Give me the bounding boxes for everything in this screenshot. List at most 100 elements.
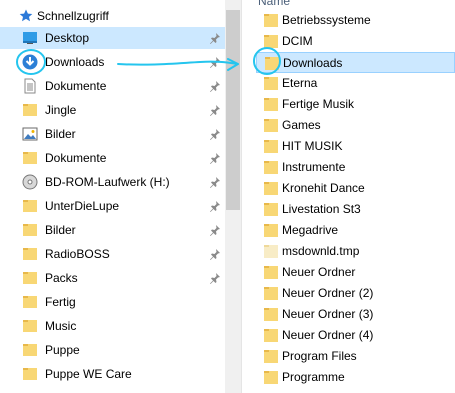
document-icon <box>22 78 38 94</box>
nav-item-label: Dokumente <box>45 151 107 165</box>
folder-icon <box>22 342 38 358</box>
nav-item-label: Puppe WE Care <box>45 367 132 381</box>
nav-item-puppe-we-care[interactable]: Puppe WE Care <box>0 363 225 385</box>
nav-item-dokumente[interactable]: Dokumente <box>0 75 225 97</box>
list-item-label: Neuer Ordner (2) <box>282 286 374 300</box>
list-item[interactable]: Program Files <box>256 346 455 367</box>
list-item-label: Neuer Ordner (3) <box>282 307 374 321</box>
pin-icon[interactable] <box>209 248 221 260</box>
nav-item-label: Bilder <box>45 223 76 237</box>
list-item[interactable]: Kronehit Dance <box>256 178 455 199</box>
pin-icon[interactable] <box>209 56 221 68</box>
nav-item-downloads[interactable]: Downloads <box>0 51 225 73</box>
list-item-label: Eterna <box>282 76 318 90</box>
pin-icon[interactable] <box>209 32 221 44</box>
folder-icon <box>22 198 38 214</box>
column-header-name[interactable]: Name <box>258 0 290 8</box>
list-item-label: Betriebssysteme <box>282 13 371 27</box>
list-item[interactable]: msdownld.tmp <box>256 241 455 262</box>
nav-item-label: UnterDieLupe <box>45 199 120 213</box>
pin-icon[interactable] <box>209 272 221 284</box>
quick-access-header[interactable]: Schnellzugriff <box>0 5 225 27</box>
list-item-label: msdownld.tmp <box>282 244 360 258</box>
pin-icon[interactable] <box>209 176 221 188</box>
pin-icon[interactable] <box>209 128 221 140</box>
folder-icon <box>264 265 280 279</box>
nav-item-label: Dokumente <box>45 79 107 93</box>
list-item[interactable]: DCIM <box>256 31 455 52</box>
nav-item-bilder[interactable]: Bilder <box>0 123 225 145</box>
folder-icon <box>265 56 281 70</box>
nav-item-label: RadioBOSS <box>45 247 110 261</box>
list-item-label: Instrumente <box>282 160 346 174</box>
nav-item-music[interactable]: Music <box>0 315 225 337</box>
folder-icon <box>22 222 38 238</box>
list-item[interactable]: Games <box>256 115 455 136</box>
nav-item-bilder-2[interactable]: Bilder <box>0 219 225 241</box>
folder-icon <box>264 160 280 174</box>
list-item[interactable]: Neuer Ordner (3) <box>256 304 455 325</box>
list-item[interactable]: Livestation St3 <box>256 199 455 220</box>
download-arrow-icon <box>22 54 38 70</box>
list-item[interactable]: Neuer Ordner (4) <box>256 325 455 346</box>
list-item-label: DCIM <box>282 34 313 48</box>
list-item-label: Neuer Ordner <box>282 265 356 279</box>
nav-item-unterdielupe[interactable]: UnterDieLupe <box>0 195 225 217</box>
folder-icon <box>22 150 38 166</box>
nav-item-puppe[interactable]: Puppe <box>0 339 225 361</box>
nav-item-label: Packs <box>45 271 78 285</box>
list-item[interactable]: Programme <box>256 367 455 388</box>
nav-item-label: Music <box>45 319 77 333</box>
nav-item-fertig[interactable]: Fertig <box>0 291 225 313</box>
nav-item-label: Puppe <box>45 343 80 357</box>
folder-icon <box>264 349 280 363</box>
nav-item-jingle[interactable]: Jingle <box>0 99 225 121</box>
pin-icon[interactable] <box>209 80 221 92</box>
hidden-folder-icon <box>264 244 280 258</box>
nav-scrollbar[interactable] <box>225 0 241 393</box>
disc-drive-icon <box>22 174 38 190</box>
list-item-label: Megadrive <box>282 223 339 237</box>
folder-icon <box>264 13 280 27</box>
folder-icon <box>22 270 38 286</box>
folder-icon <box>264 370 280 384</box>
folder-icon <box>264 223 280 237</box>
list-item[interactable]: Betriebssysteme <box>256 10 455 31</box>
desktop-icon <box>22 30 38 46</box>
pin-icon[interactable] <box>209 200 221 212</box>
list-item[interactable]: Instrumente <box>256 157 455 178</box>
nav-item-radioboss[interactable]: RadioBOSS <box>0 243 225 265</box>
list-item[interactable]: Neuer Ordner (2) <box>256 283 455 304</box>
nav-item-label: Downloads <box>45 55 105 69</box>
nav-item-packs[interactable]: Packs <box>0 267 225 289</box>
list-item[interactable]: Eterna <box>256 73 455 94</box>
quick-access-label: Schnellzugriff <box>37 9 109 23</box>
folder-icon <box>264 181 280 195</box>
list-item[interactable]: HIT MUSIK <box>256 136 455 157</box>
nav-item-dokumente-2[interactable]: Dokumente <box>0 147 225 169</box>
list-item[interactable]: Fertige Musik <box>256 94 455 115</box>
folder-icon <box>22 102 38 118</box>
list-item-label: Downloads <box>283 56 343 70</box>
folder-icon <box>264 118 280 132</box>
list-item[interactable]: Neuer Ordner <box>256 262 455 283</box>
scroll-thumb[interactable] <box>226 10 240 210</box>
list-item[interactable]: Megadrive <box>256 220 455 241</box>
list-item-label: HIT MUSIK <box>282 139 343 153</box>
list-item-label: Kronehit Dance <box>282 181 365 195</box>
pin-icon[interactable] <box>209 224 221 236</box>
folder-icon <box>264 328 280 342</box>
folder-icon <box>264 76 280 90</box>
folder-icon <box>264 286 280 300</box>
list-item-downloads-selected[interactable]: Downloads <box>256 52 455 73</box>
folder-icon <box>22 366 38 382</box>
pin-icon[interactable] <box>209 152 221 164</box>
list-item-label: Programme <box>282 370 345 384</box>
nav-item-label: Bilder <box>45 127 76 141</box>
nav-item-label: Fertig <box>45 295 76 309</box>
pin-icon[interactable] <box>209 104 221 116</box>
pictures-icon <box>22 126 38 142</box>
nav-item-desktop[interactable]: Desktop <box>0 27 225 49</box>
folder-icon <box>22 294 38 310</box>
nav-item-bd-rom[interactable]: BD-ROM-Laufwerk (H:) <box>0 171 225 193</box>
